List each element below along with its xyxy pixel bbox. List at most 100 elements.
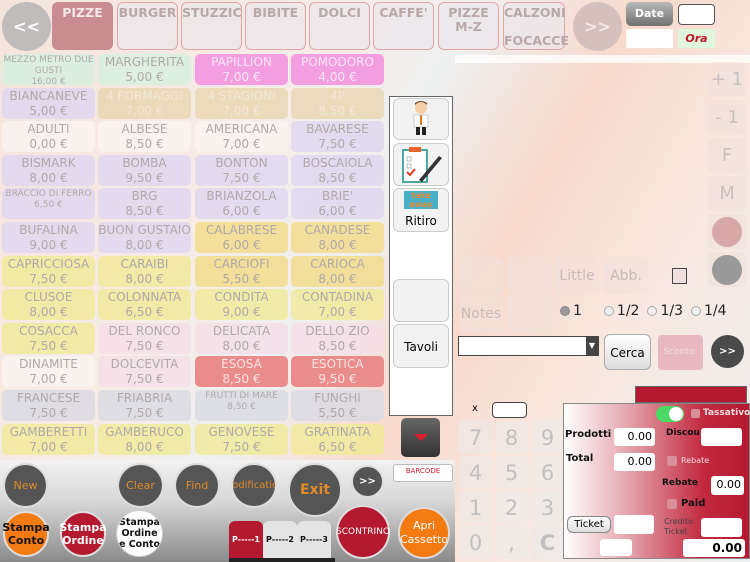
toggle-switch[interactable] <box>656 406 684 422</box>
keypad-key[interactable]: , <box>495 526 528 559</box>
qty-button[interactable]: F <box>708 138 746 173</box>
stampa-ordine-conto-button[interactable]: Stampa Ordine e Conto <box>116 510 163 557</box>
product-button[interactable]: DOLCEVITA 7,50 € <box>98 356 191 388</box>
product-button[interactable]: 4 STAGIONI 7,00 € <box>195 87 288 119</box>
paid-checkbox[interactable] <box>667 499 677 509</box>
product-button[interactable]: FRIABRIA 7,50 € <box>98 390 191 421</box>
keypad-key[interactable]: 8 <box>495 421 528 454</box>
product-button[interactable]: COSACCA 7,50 € <box>2 322 95 354</box>
product-button[interactable]: BRACCIO DI FERRO 6,50 € <box>2 188 95 220</box>
page-tab[interactable]: P-----2 <box>263 521 297 558</box>
product-button[interactable]: MARGHERITA 5,00 € <box>98 54 191 85</box>
qty-button[interactable]: M <box>708 176 746 211</box>
product-button[interactable]: CALABRESE 6,00 € <box>195 222 288 253</box>
search-next-button[interactable]: >> <box>711 335 744 368</box>
extra-field[interactable] <box>600 539 632 556</box>
waiter-button[interactable] <box>393 98 449 140</box>
date-field[interactable] <box>678 4 715 25</box>
product-button[interactable]: POMODORO 4,00 € <box>291 54 384 85</box>
fraction-radio[interactable]: 1/4 <box>690 303 727 319</box>
keypad-key[interactable]: C <box>531 526 564 559</box>
product-button[interactable]: CONTADINA 7,00 € <box>291 289 384 321</box>
category-tab[interactable]: CAFFE' <box>373 2 434 50</box>
ticket-button[interactable]: Ticket <box>567 516 611 533</box>
fraction-radio[interactable]: 1/2 <box>603 303 639 319</box>
next-categories-button[interactable]: >> <box>573 2 622 51</box>
ritiro-button[interactable]: take away Ritiro <box>393 188 449 232</box>
scontrino-button[interactable]: SCONTRINO <box>336 505 390 559</box>
category-tab[interactable]: CALZONI FOCACCE <box>503 2 569 50</box>
notes-button[interactable]: Notes <box>459 295 503 332</box>
rebate-field[interactable]: 0.00 <box>711 476 744 495</box>
date-button[interactable]: Date <box>626 2 673 26</box>
product-button[interactable]: DINAMITE 7,00 € <box>2 356 95 388</box>
product-button[interactable]: BUON GUSTAIO 8,00 € <box>98 222 191 253</box>
modification-button[interactable]: Modification <box>231 463 277 508</box>
keypad-key[interactable]: 5 <box>495 456 528 489</box>
scroll-down-button[interactable] <box>401 418 440 457</box>
toolbar-more-button[interactable]: >> <box>351 465 384 498</box>
keypad-key[interactable]: 3 <box>531 491 564 524</box>
product-button[interactable]: ADULTI 0,00 € <box>2 121 95 153</box>
keypad-key[interactable]: 9 <box>531 421 564 454</box>
product-button[interactable]: BRIE' 6,00 € <box>291 188 384 220</box>
keypad-key[interactable]: 4 <box>459 456 492 489</box>
category-tab[interactable]: DOLCI <box>309 2 370 50</box>
product-button[interactable]: BOSCAIOLA 8,50 € <box>291 154 384 186</box>
product-button[interactable]: FUNGHI 5,50 € <box>291 390 384 421</box>
exit-button[interactable]: Exit <box>288 463 342 517</box>
modifier-checkbox[interactable] <box>672 268 687 284</box>
keypad-key[interactable]: 2 <box>495 491 528 524</box>
keypad-key[interactable]: 6 <box>531 456 564 489</box>
product-button[interactable]: AMERICANA 7,00 € <box>195 121 288 153</box>
apri-cassetto-button[interactable]: Apri Cassetto <box>398 507 450 559</box>
modifier-button-1[interactable] <box>459 257 503 294</box>
product-button[interactable]: BUFALINA 9,00 € <box>2 222 95 253</box>
category-tab[interactable]: PIZZE <box>52 2 113 50</box>
product-button[interactable]: DEL RONCO 7,50 € <box>98 322 191 354</box>
sconto-button[interactable]: Sconto: <box>658 335 703 370</box>
product-button[interactable]: GAMBERUCO 8,00 € <box>98 423 191 455</box>
product-button[interactable]: CAPRICCIOSA 7,50 € <box>2 255 95 287</box>
product-button[interactable]: ALBESE 8,50 € <box>98 121 191 153</box>
tavoli-button[interactable]: Tavoli <box>393 324 449 368</box>
product-button[interactable]: DELLO ZIO 8,50 € <box>291 322 384 354</box>
product-button[interactable]: GRATINATA 6,50 € <box>291 423 384 455</box>
fraction-radio[interactable]: 1 <box>560 303 582 319</box>
product-button[interactable]: GENOVESE 7,50 € <box>195 423 288 455</box>
rebate-checkbox[interactable] <box>667 456 677 466</box>
product-button[interactable]: CARAIBI 8,00 € <box>98 255 191 287</box>
modifier-button-3[interactable] <box>507 295 551 332</box>
stampa-ordine-button[interactable]: Stampa Ordine <box>59 511 107 557</box>
category-tab[interactable]: BURGER <box>117 2 178 50</box>
product-button[interactable]: FRANCESE 7,50 € <box>2 390 95 421</box>
empty-side-button[interactable] <box>393 279 449 322</box>
discount-field[interactable] <box>701 428 742 446</box>
product-button[interactable]: BONTON 7,50 € <box>195 154 288 186</box>
product-button[interactable]: 4 FORMAGGI 7,00 € <box>98 87 191 119</box>
product-button[interactable]: FRUTTI DI MARE 8,50 € <box>195 390 288 421</box>
pizza-cutter-button[interactable] <box>708 252 746 287</box>
product-button[interactable]: PAPILLION 7,00 € <box>195 54 288 85</box>
product-button[interactable]: BIANCANEVE 5,00 € <box>2 87 95 119</box>
product-button[interactable]: ESOTICA 9,50 € <box>291 356 384 388</box>
product-button[interactable]: DELICATA 8,00 € <box>195 322 288 354</box>
fraction-radio[interactable]: 1/3 <box>647 303 683 319</box>
stampa-conto-button[interactable]: Stampa Conto <box>2 511 50 557</box>
ticket-field[interactable] <box>614 515 654 534</box>
product-button[interactable]: COLONNATA 6,50 € <box>98 289 191 321</box>
little-button[interactable]: Little <box>555 257 599 294</box>
product-button[interactable]: BRIANZOLA 6,00 € <box>195 188 288 220</box>
product-button[interactable]: BAVARESE 7,50 € <box>291 121 384 153</box>
product-button[interactable]: ESOSA 8,50 € <box>195 356 288 388</box>
product-button[interactable]: CONDITA 9,00 € <box>195 289 288 321</box>
tassativo-checkbox[interactable] <box>691 409 700 418</box>
search-dropdown[interactable]: ▼ <box>458 336 599 356</box>
page-tab[interactable]: P-----3 <box>297 521 331 558</box>
product-button[interactable]: BOMBA 9,50 € <box>98 154 191 186</box>
prev-categories-button[interactable]: << <box>2 2 51 51</box>
quantity-field[interactable] <box>492 402 527 418</box>
product-button[interactable]: 4P 8,50 € <box>291 87 384 119</box>
time-field[interactable] <box>626 29 673 48</box>
category-tab[interactable]: BIBITE <box>245 2 306 50</box>
